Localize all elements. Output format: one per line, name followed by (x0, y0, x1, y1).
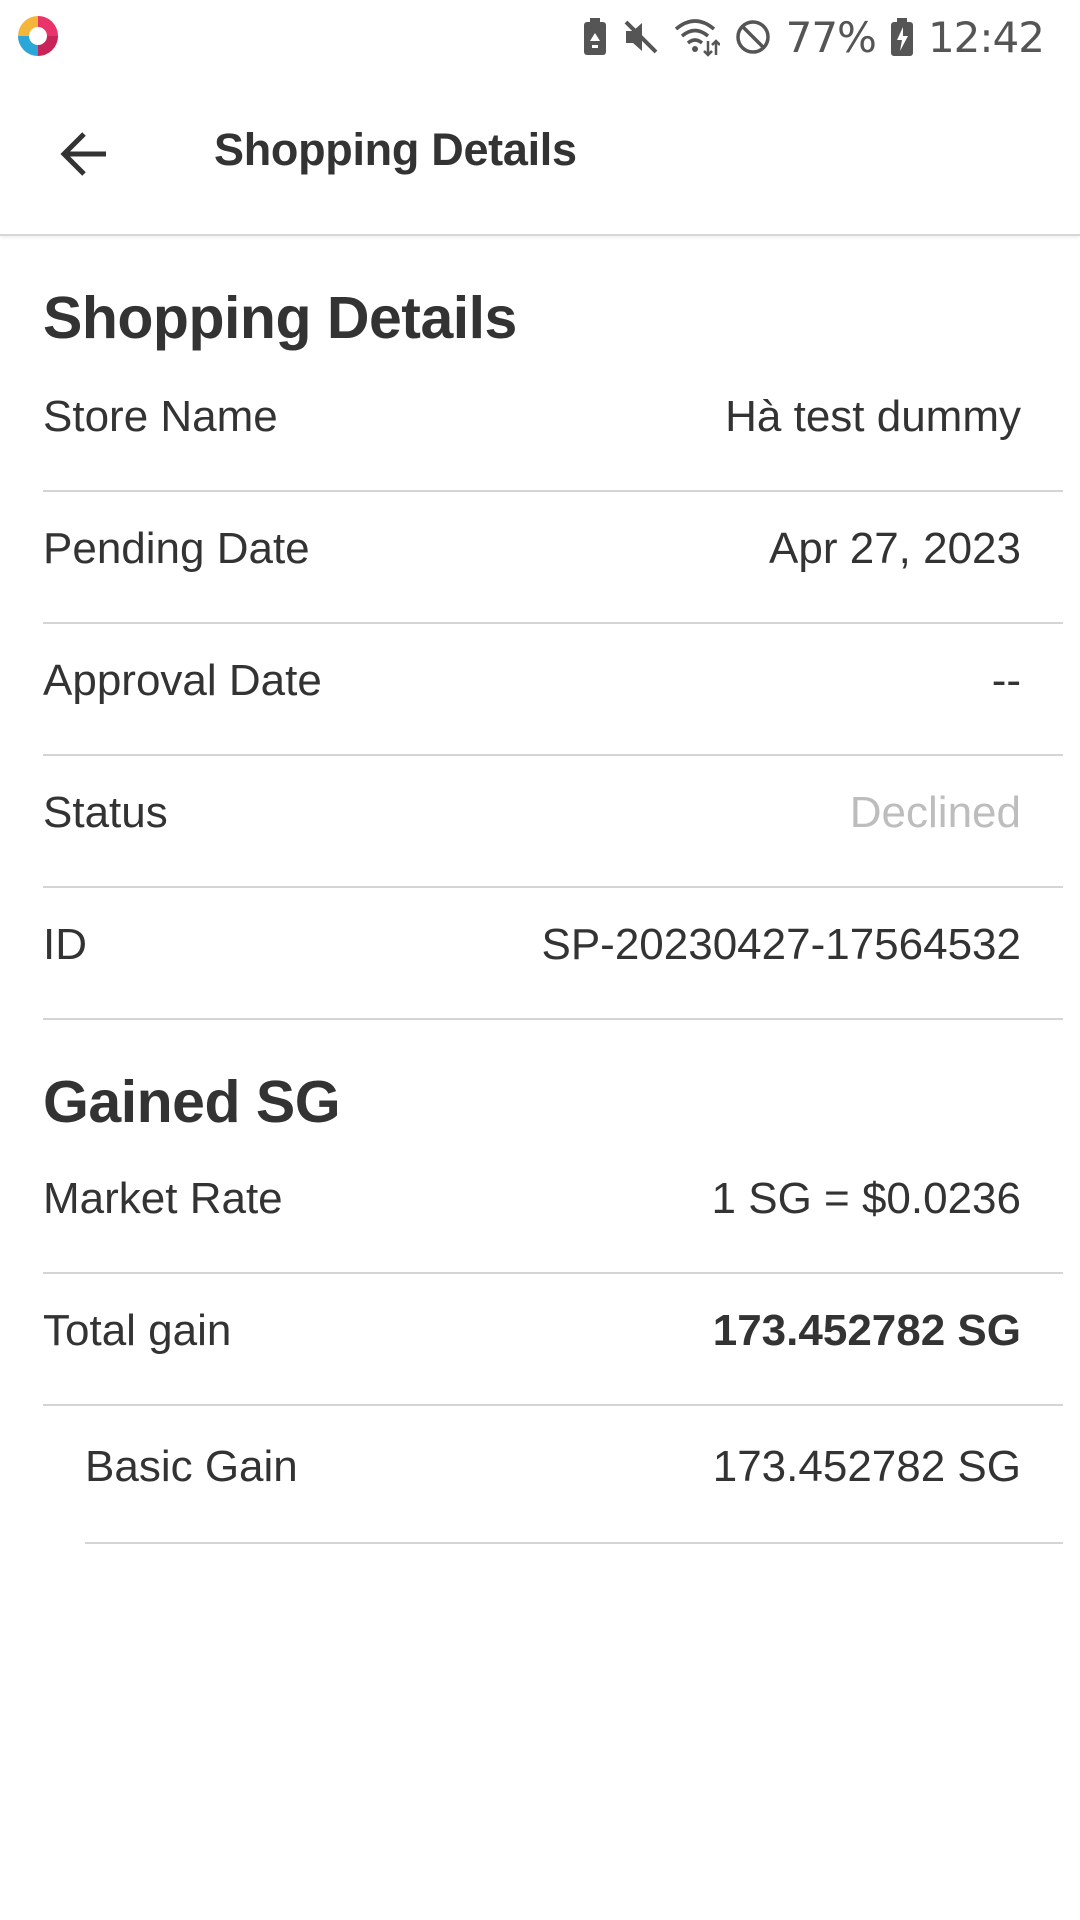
row-label: Total gain (43, 1306, 232, 1355)
app-logo-icon (16, 14, 60, 58)
row-label: Pending Date (43, 524, 310, 573)
mute-icon (622, 18, 660, 56)
detail-row-pending-date: Pending Date Apr 27, 2023 (43, 494, 1063, 624)
divider (43, 490, 1063, 492)
row-value: SP-20230427-17564532 (541, 920, 1021, 969)
page-title: Shopping Details (214, 124, 577, 175)
battery-icon (890, 17, 914, 57)
wifi-icon (674, 17, 720, 57)
row-label: Market Rate (43, 1174, 283, 1223)
divider (85, 1542, 1063, 1544)
total-gain-value: 173.452782 SG (712, 1306, 1021, 1355)
detail-row-store-name: Store Name Hà test dummy (43, 362, 1063, 492)
gain-row-basic-gain: Basic Gain 173.452782 SG (85, 1412, 1063, 1544)
gain-row-market-rate: Market Rate 1 SG = $0.0236 (43, 1144, 1063, 1274)
divider (43, 754, 1063, 756)
divider (43, 886, 1063, 888)
detail-row-approval-date: Approval Date -- (43, 626, 1063, 756)
divider (43, 1018, 1063, 1020)
divider (43, 1404, 1063, 1406)
do-not-disturb-icon (734, 18, 772, 56)
row-label: ID (43, 920, 87, 969)
gain-row-total-gain: Total gain 173.452782 SG (43, 1276, 1063, 1406)
arrow-left-icon (60, 132, 106, 176)
row-label: Status (43, 788, 168, 837)
row-label: Approval Date (43, 656, 322, 705)
row-value: 1 SG = $0.0236 (711, 1174, 1021, 1223)
row-value: Hà test dummy (725, 392, 1021, 441)
back-button[interactable] (44, 114, 124, 194)
divider (43, 1272, 1063, 1274)
app-bar: Shopping Details (0, 74, 1080, 236)
row-value: -- (991, 656, 1021, 705)
status-icons: 77% 12:42 (582, 8, 1045, 66)
divider (43, 622, 1063, 624)
row-value: Apr 27, 2023 (769, 524, 1021, 573)
row-label: Store Name (43, 392, 278, 441)
shopping-details-heading: Shopping Details (43, 285, 517, 351)
status-bar: 77% 12:42 (0, 0, 1080, 74)
battery-saver-icon (582, 17, 608, 57)
clock: 12:42 (927, 12, 1045, 62)
row-value: 173.452782 SG (712, 1442, 1021, 1491)
row-label: Basic Gain (85, 1442, 298, 1491)
detail-row-id: ID SP-20230427-17564532 (43, 890, 1063, 1020)
gained-sg-heading: Gained SG (43, 1069, 341, 1135)
detail-row-status: Status Declined (43, 758, 1063, 888)
status-value: Declined (849, 788, 1021, 837)
battery-percent: 77% (785, 12, 877, 62)
